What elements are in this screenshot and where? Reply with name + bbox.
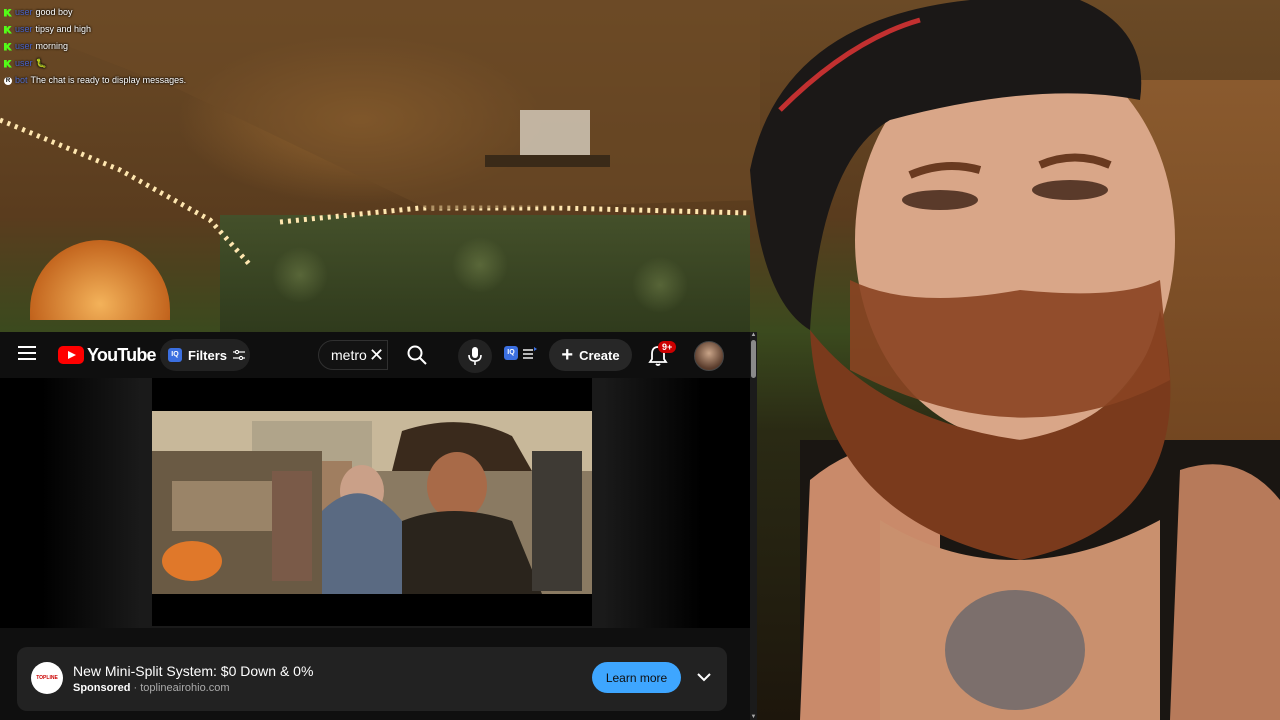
account-avatar[interactable] — [694, 341, 724, 371]
iq-extension-icon: IQ — [504, 346, 518, 360]
hamburger-menu-icon[interactable] — [18, 346, 36, 360]
kick-badge-icon — [4, 42, 12, 51]
list-menu-icon — [523, 347, 537, 359]
ad-meta: Sponsored · toplineairohio.com — [73, 682, 230, 694]
sliders-icon — [233, 350, 246, 360]
kick-badge-icon — [4, 25, 12, 34]
video-frame — [152, 411, 592, 594]
iq-extension-icon: IQ — [168, 348, 182, 362]
filters-button[interactable]: IQ Filters — [160, 339, 250, 371]
iq-extension-menu[interactable]: IQ — [504, 346, 537, 360]
separator-dot: · — [133, 682, 138, 694]
stream-chat-overlay: user good boy user tipsy and high user m… — [4, 4, 304, 89]
chat-username: user — [15, 7, 33, 17]
youtube-logo[interactable]: YouTube — [58, 344, 157, 365]
filters-label: Filters — [188, 347, 228, 363]
create-label: Create — [579, 347, 620, 363]
sponsored-label: Sponsored — [73, 682, 131, 694]
plus-icon: + — [561, 344, 574, 366]
scrollbar-thumb[interactable] — [751, 340, 756, 378]
chat-username: bot — [15, 75, 28, 85]
ad-domain: toplineairohio.com — [140, 682, 230, 694]
chat-text: morning — [35, 41, 69, 51]
chat-message: user good boy — [4, 4, 304, 21]
search-button[interactable] — [392, 340, 442, 370]
notification-count-badge: 9+ — [658, 341, 677, 353]
chat-message: user tipsy and high — [4, 21, 304, 38]
learn-more-button[interactable]: Learn more — [592, 662, 681, 693]
video-player[interactable] — [152, 378, 592, 626]
search-box: ✕ — [318, 340, 388, 370]
chat-text: The chat is ready to display messages. — [30, 75, 187, 85]
search-input[interactable] — [331, 347, 367, 363]
youtube-wordmark: YouTube — [87, 344, 157, 365]
create-button[interactable]: + Create — [549, 339, 632, 371]
ad-title[interactable]: New Mini-Split System: $0 Down & 0% — [73, 663, 313, 679]
search-icon — [407, 345, 427, 365]
chat-username: user — [15, 58, 33, 68]
chat-message: user 🐛 — [4, 55, 304, 72]
chat-text: 🐛 — [35, 58, 47, 68]
voice-search-button[interactable] — [458, 339, 492, 373]
clear-search-icon[interactable]: ✕ — [369, 346, 384, 364]
kick-badge-icon — [4, 59, 12, 68]
scrollbar[interactable]: ▲ ▼ — [750, 332, 757, 720]
video-player-area — [0, 378, 750, 628]
chat-username: user — [15, 41, 33, 51]
chat-text: tipsy and high — [35, 24, 92, 34]
chat-message: user morning — [4, 38, 304, 55]
youtube-play-icon — [58, 346, 84, 364]
chevron-down-icon[interactable] — [696, 669, 712, 685]
sponsored-ad-card[interactable]: TOPLINE New Mini-Split System: $0 Down &… — [17, 647, 727, 711]
youtube-header: YouTube IQ Filters ✕ — [0, 332, 750, 378]
chat-message: R bot The chat is ready to display messa… — [4, 72, 304, 89]
kick-badge-icon — [4, 8, 12, 17]
player-side-panel — [0, 378, 42, 628]
scroll-up-arrow-icon[interactable]: ▲ — [750, 332, 757, 338]
scroll-down-arrow-icon[interactable]: ▼ — [750, 714, 757, 720]
advertiser-logo: TOPLINE — [31, 662, 63, 694]
player-side-panel — [702, 378, 750, 628]
microphone-icon — [468, 347, 482, 365]
chat-username: user — [15, 24, 33, 34]
bot-badge-icon: R — [4, 76, 12, 85]
streamer-webcam — [750, 0, 1280, 720]
youtube-window: YouTube IQ Filters ✕ — [0, 332, 757, 720]
chat-text: good boy — [35, 7, 73, 17]
